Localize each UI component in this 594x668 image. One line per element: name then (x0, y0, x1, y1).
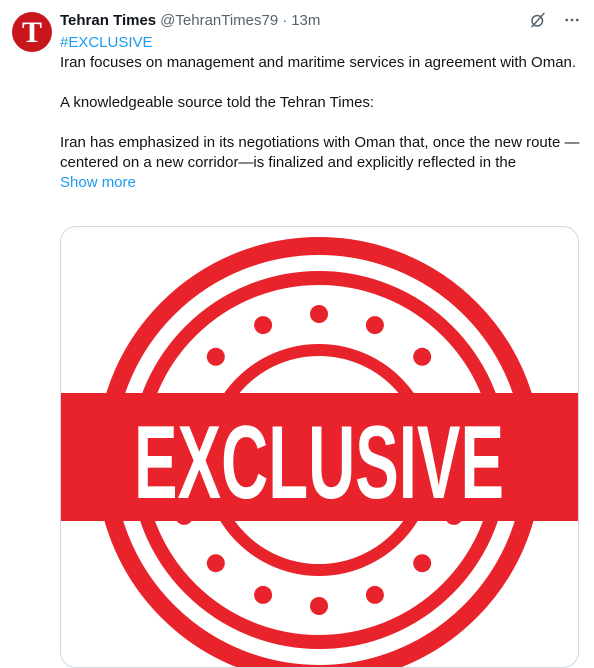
stamp-dot (206, 347, 225, 366)
stamp-dot (254, 585, 273, 604)
avatar[interactable]: T (12, 12, 52, 52)
stamp-dot (365, 585, 384, 604)
separator-dot: · (282, 12, 288, 29)
tweet-line-1: Iran focuses on management and maritime … (60, 54, 577, 71)
tweet-text: #EXCLUSIVE Iran focuses on management an… (60, 33, 582, 193)
stamp-text: EXCLUSIVE (134, 405, 504, 521)
more-icon[interactable] (562, 10, 582, 30)
grok-icon[interactable] (528, 10, 548, 30)
stamp-dot (254, 316, 273, 335)
display-name[interactable]: Tehran Times (60, 11, 156, 31)
tweet-header: Tehran Times @TehranTimes79 · 13m (60, 10, 582, 32)
stamp-dot (310, 305, 328, 323)
stamp-dot (365, 316, 384, 335)
avatar-logo-letter: T (21, 16, 42, 49)
header-actions (528, 10, 582, 30)
tweet-media-image[interactable]: EXCLUSIVE (60, 226, 579, 668)
exclusive-stamp-graphic: EXCLUSIVE (61, 237, 578, 667)
handle[interactable]: @TehranTimes79 (160, 11, 278, 31)
stamp-dot (413, 554, 432, 573)
tweet-line-2: A knowledgeable source told the Tehran T… (60, 94, 375, 111)
stamp-dot (413, 347, 432, 366)
show-more-link[interactable]: Show more (60, 173, 582, 193)
tweet-line-3: Iran has emphasized in its negotiations … (60, 134, 580, 171)
timestamp[interactable]: 13m (291, 11, 320, 31)
stamp-dot (206, 554, 225, 573)
hashtag-link[interactable]: #EXCLUSIVE (60, 33, 582, 53)
stamp-dot (310, 597, 328, 615)
